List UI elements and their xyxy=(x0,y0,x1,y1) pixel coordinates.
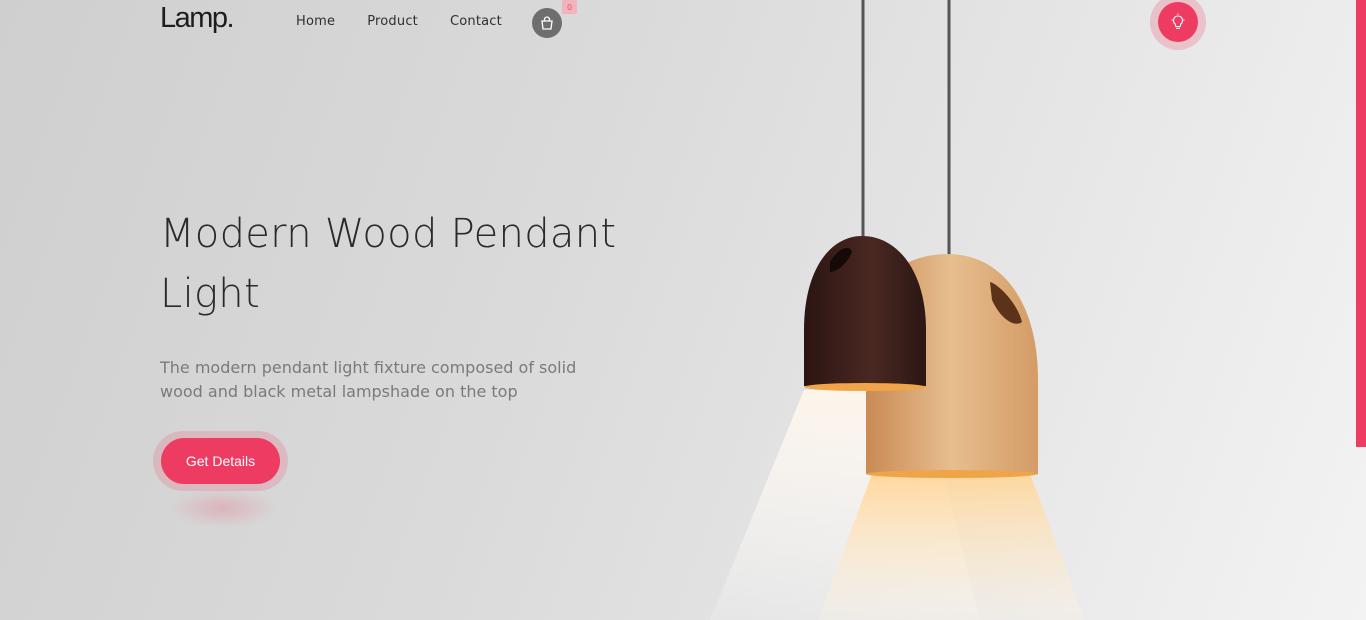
nav-product[interactable]: Product xyxy=(367,14,418,29)
logo[interactable]: Lamp. xyxy=(160,2,235,35)
cta-shadow xyxy=(168,488,278,528)
pendant-lamps-illustration xyxy=(710,0,1085,620)
dark-wood-lamp-rim xyxy=(804,383,926,391)
dark-wood-lamp-shade xyxy=(804,236,926,386)
lightbulb-button-inner xyxy=(1158,2,1198,42)
light-wood-lamp-rim xyxy=(866,470,1038,478)
main-nav: Home Product Contact xyxy=(296,14,534,29)
shopping-bag-icon xyxy=(541,16,553,30)
nav-contact[interactable]: Contact xyxy=(450,14,502,29)
hero-title: Modern Wood Pendant Light xyxy=(160,211,617,317)
get-details-button[interactable]: Get Details xyxy=(161,438,280,484)
cart-count-badge: 0 xyxy=(562,0,577,14)
lightbulb-icon xyxy=(1171,13,1185,29)
lightbulb-button[interactable] xyxy=(1150,0,1206,50)
accent-side-bar xyxy=(1356,0,1366,447)
nav-home[interactable]: Home xyxy=(296,14,335,29)
cart-button[interactable] xyxy=(532,8,562,38)
hero-description: The modern pendant light fixture compose… xyxy=(160,358,577,401)
